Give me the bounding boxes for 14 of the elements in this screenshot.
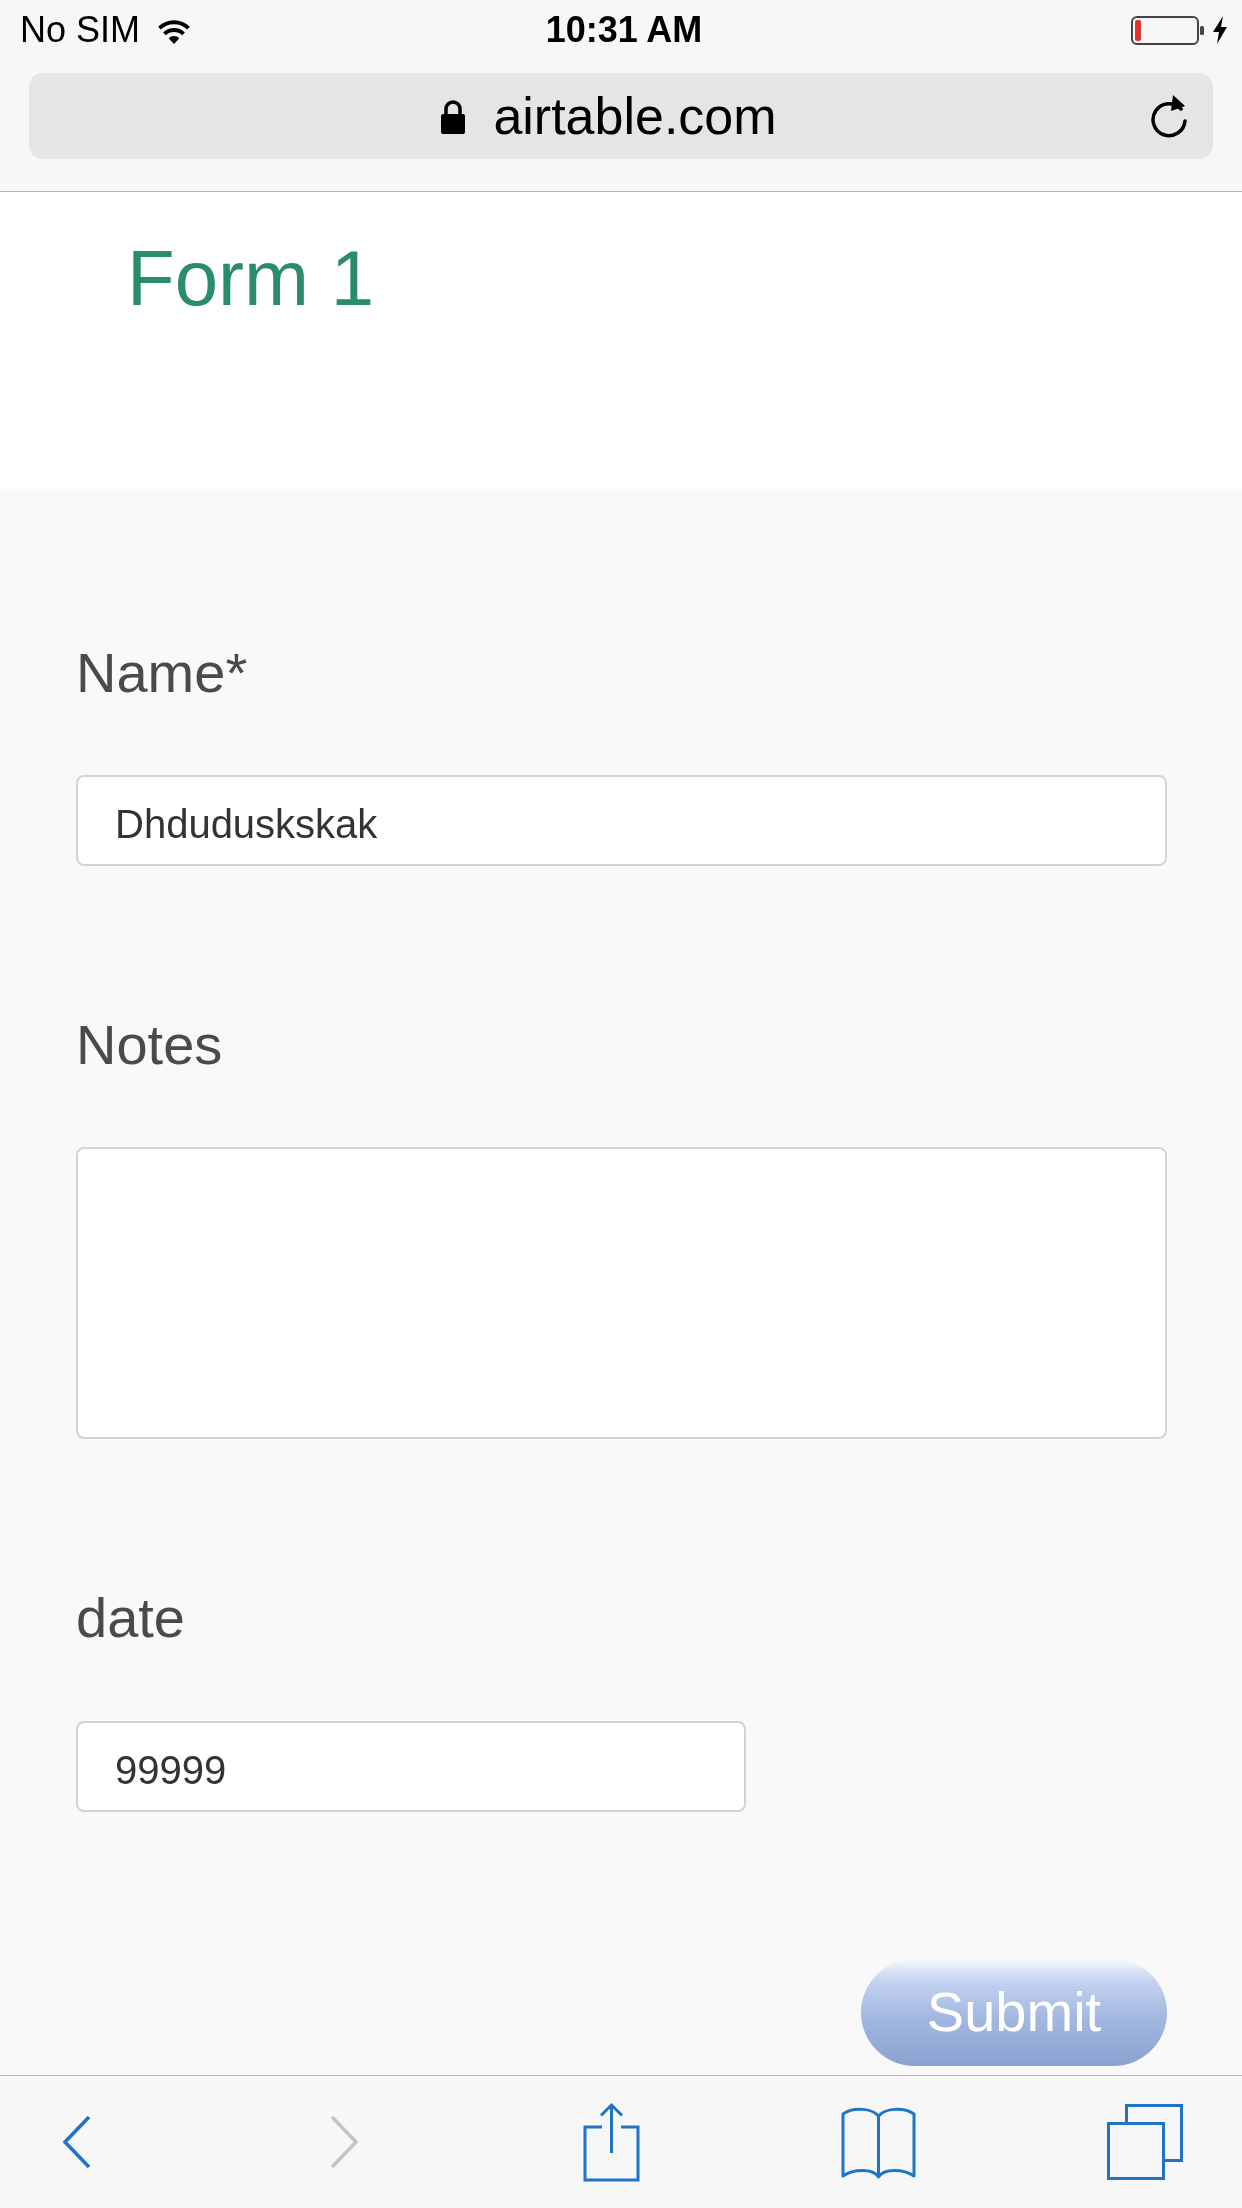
text-field[interactable]: Dhduduskskak xyxy=(76,775,1167,867)
address-bar[interactable]: airtable.com xyxy=(29,73,1213,159)
battery-icon xyxy=(1131,15,1204,45)
lightning-icon xyxy=(1212,16,1228,44)
lock-icon xyxy=(441,98,466,134)
text-field[interactable]: 99999 xyxy=(76,1720,746,1812)
form-title: Form 1 xyxy=(127,234,375,324)
field-label: Name* xyxy=(76,640,248,706)
carrier-label: No SIM xyxy=(20,12,141,48)
field-label: Notes xyxy=(76,1012,223,1079)
url-text: airtable.com xyxy=(493,90,777,142)
reload-icon[interactable] xyxy=(1149,93,1189,139)
status-time: 10:31 AM xyxy=(545,12,703,48)
field-label: date xyxy=(76,1585,185,1652)
